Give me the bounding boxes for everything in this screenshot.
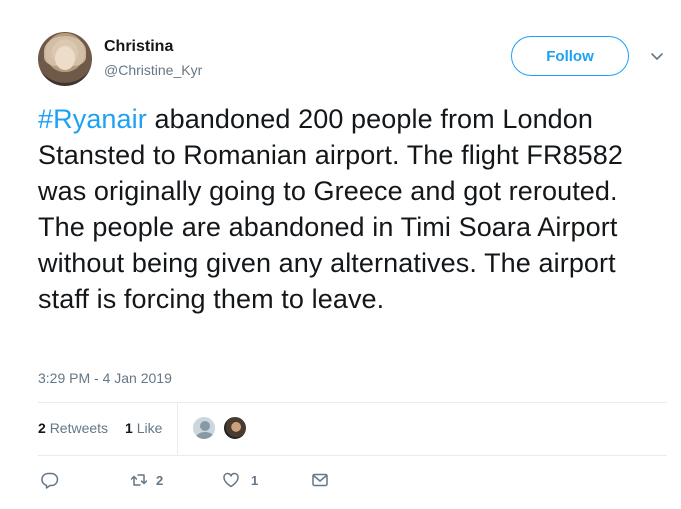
direct-message-button[interactable] [310,470,330,490]
retweet-icon [130,474,148,486]
tweet-header: Christina @Christine_Kyr Follow [38,32,668,88]
author-handle[interactable]: @Christine_Kyr [104,62,202,78]
liker-avatar[interactable] [191,415,217,441]
like-button[interactable]: 1 [221,470,258,490]
retweets-count: 2 [38,420,46,436]
tweet-actions: 2 1 [38,470,667,496]
stats-separator [177,402,178,455]
envelope-icon [312,473,328,487]
retweets-label: Retweets [49,420,109,436]
chevron-down-icon[interactable] [649,48,665,64]
author-avatar[interactable] [38,32,92,86]
follow-button[interactable]: Follow [511,36,629,76]
retweet-button[interactable]: 2 [129,470,163,490]
retweeter-avatar[interactable] [222,415,248,441]
likes-count: 1 [125,420,133,436]
tweet-text: #Ryanair abandoned 200 people from Londo… [38,101,668,317]
tweet-stats: 2 Retweets 1 Like [38,402,667,455]
retweet-count: 2 [156,472,164,488]
tweet-body: abandoned 200 people from London Stanste… [38,104,624,314]
likes-stat[interactable]: 1 Like [125,420,162,436]
like-count: 1 [251,472,259,488]
likes-label: Like [136,420,163,436]
hashtag-link[interactable]: #Ryanair [38,104,147,134]
reply-button[interactable] [40,470,60,490]
author-name[interactable]: Christina [104,38,173,56]
retweets-stat[interactable]: 2 Retweets [38,420,108,436]
divider [38,455,667,456]
reply-icon [41,472,59,489]
tweet-timestamp[interactable]: 3:29 PM - 4 Jan 2019 [38,370,172,386]
heart-icon [223,472,239,488]
